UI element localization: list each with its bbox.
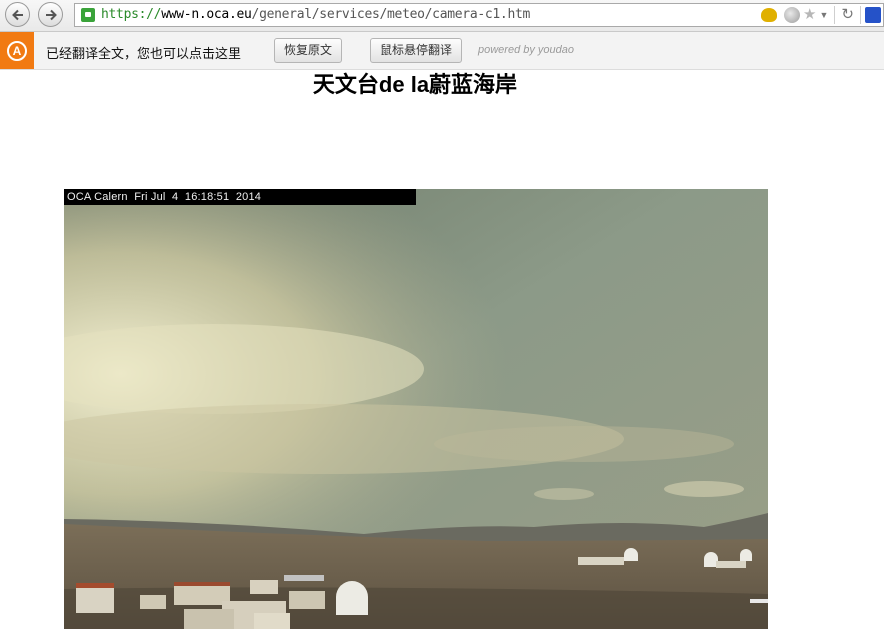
youdao-badge[interactable]: A [0, 32, 34, 69]
lock-icon [81, 8, 95, 22]
translate-icon: A [7, 40, 27, 61]
paw-icon[interactable] [865, 7, 881, 23]
back-arrow-icon [11, 9, 23, 20]
toolbar-divider [860, 6, 861, 24]
restore-original-button[interactable]: 恢复原文 [274, 38, 343, 63]
forward-arrow-icon [45, 9, 57, 20]
back-button[interactable] [5, 2, 30, 27]
address-bar[interactable]: https://www-n.oca.eu/general/services/me… [74, 3, 884, 27]
browser-toolbar: https://www-n.oca.eu/general/services/me… [0, 0, 884, 32]
webcam-scene [64, 189, 768, 629]
toolbar-divider [834, 6, 836, 24]
url-host: www-n.oca.eu [161, 7, 252, 22]
url-text[interactable]: https://www-n.oca.eu/general/services/me… [101, 7, 530, 22]
star-icon[interactable]: ★ [803, 7, 816, 23]
globe-icon[interactable] [784, 7, 801, 23]
dropdown-icon[interactable]: ▼ [820, 7, 829, 23]
camera-timestamp-caption: OCA Calern Fri Jul 4 16:18:51 2014 [64, 189, 416, 205]
extension-duck-icon[interactable] [761, 8, 778, 22]
webcam-image: OCA Calern Fri Jul 4 16:18:51 2014 [64, 189, 768, 629]
translation-message: 已经翻译全文，您也可以点击这里 [46, 46, 242, 61]
translation-bar: A 已经翻译全文，您也可以点击这里 恢复原文 鼠标悬停翻译 powered by… [0, 32, 884, 70]
url-path: /general/services/meteo/camera-c1.htm [251, 7, 531, 22]
url-scheme: https:// [101, 7, 162, 22]
reload-icon[interactable]: ↻ [841, 7, 854, 23]
forward-button[interactable] [38, 2, 63, 27]
powered-by-label: powered by youdao [478, 44, 575, 56]
hover-translate-button[interactable]: 鼠标悬停翻译 [370, 38, 463, 63]
page-title: 天文台de la蔚蓝海岸 [312, 72, 518, 97]
